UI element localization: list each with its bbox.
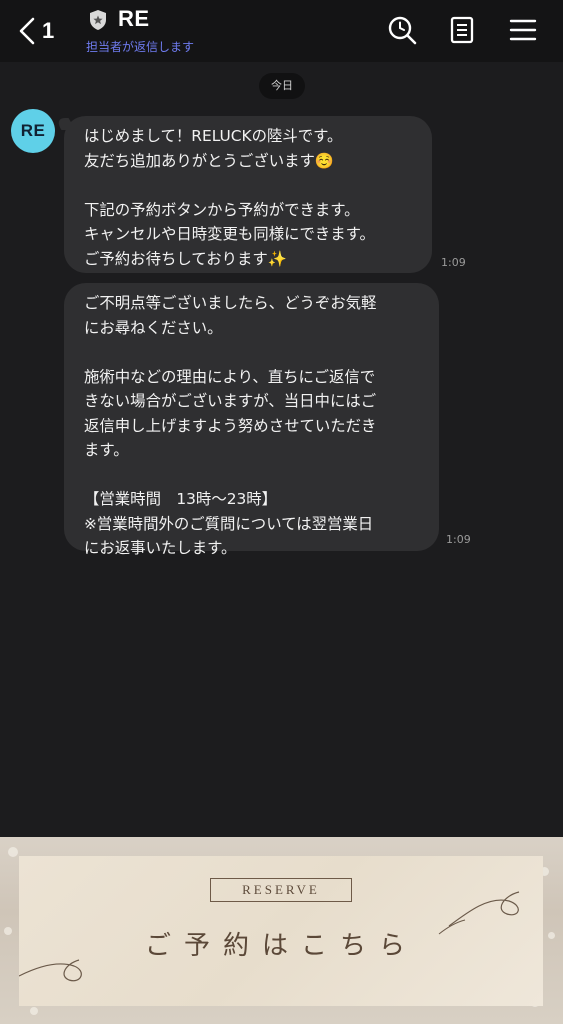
message-bubble[interactable]: はじめまして！RELUCKの陸斗です。 友だち追加ありがとうございます☺️ 下記… <box>64 116 432 273</box>
notes-icon[interactable] <box>446 14 478 46</box>
reserve-label[interactable]: RESERVE <box>210 878 352 902</box>
chat-title: RE <box>118 6 150 31</box>
message-time: 1:09 <box>441 256 466 269</box>
date-divider: 今日 <box>259 73 305 99</box>
message-bubble[interactable]: ご不明点等ございましたら、どうぞお気軽 にお尋ねください。 施術中などの理由によ… <box>64 283 439 557</box>
message-time: 1:09 <box>446 533 471 546</box>
chat-header: 1 RE 担当者が返信します <box>0 0 563 62</box>
official-shield-icon <box>90 10 106 30</box>
search-icon[interactable] <box>386 14 418 46</box>
back-button[interactable]: 1 <box>18 14 54 48</box>
back-chevron-icon <box>19 17 35 45</box>
avatar[interactable]: RE <box>11 109 55 153</box>
reserve-cta-text[interactable]: ご予約はこちら <box>0 925 563 962</box>
chat-subtitle[interactable]: 担当者が返信します <box>86 38 194 55</box>
unread-count: 1 <box>42 18 55 43</box>
menu-icon[interactable] <box>507 14 539 46</box>
